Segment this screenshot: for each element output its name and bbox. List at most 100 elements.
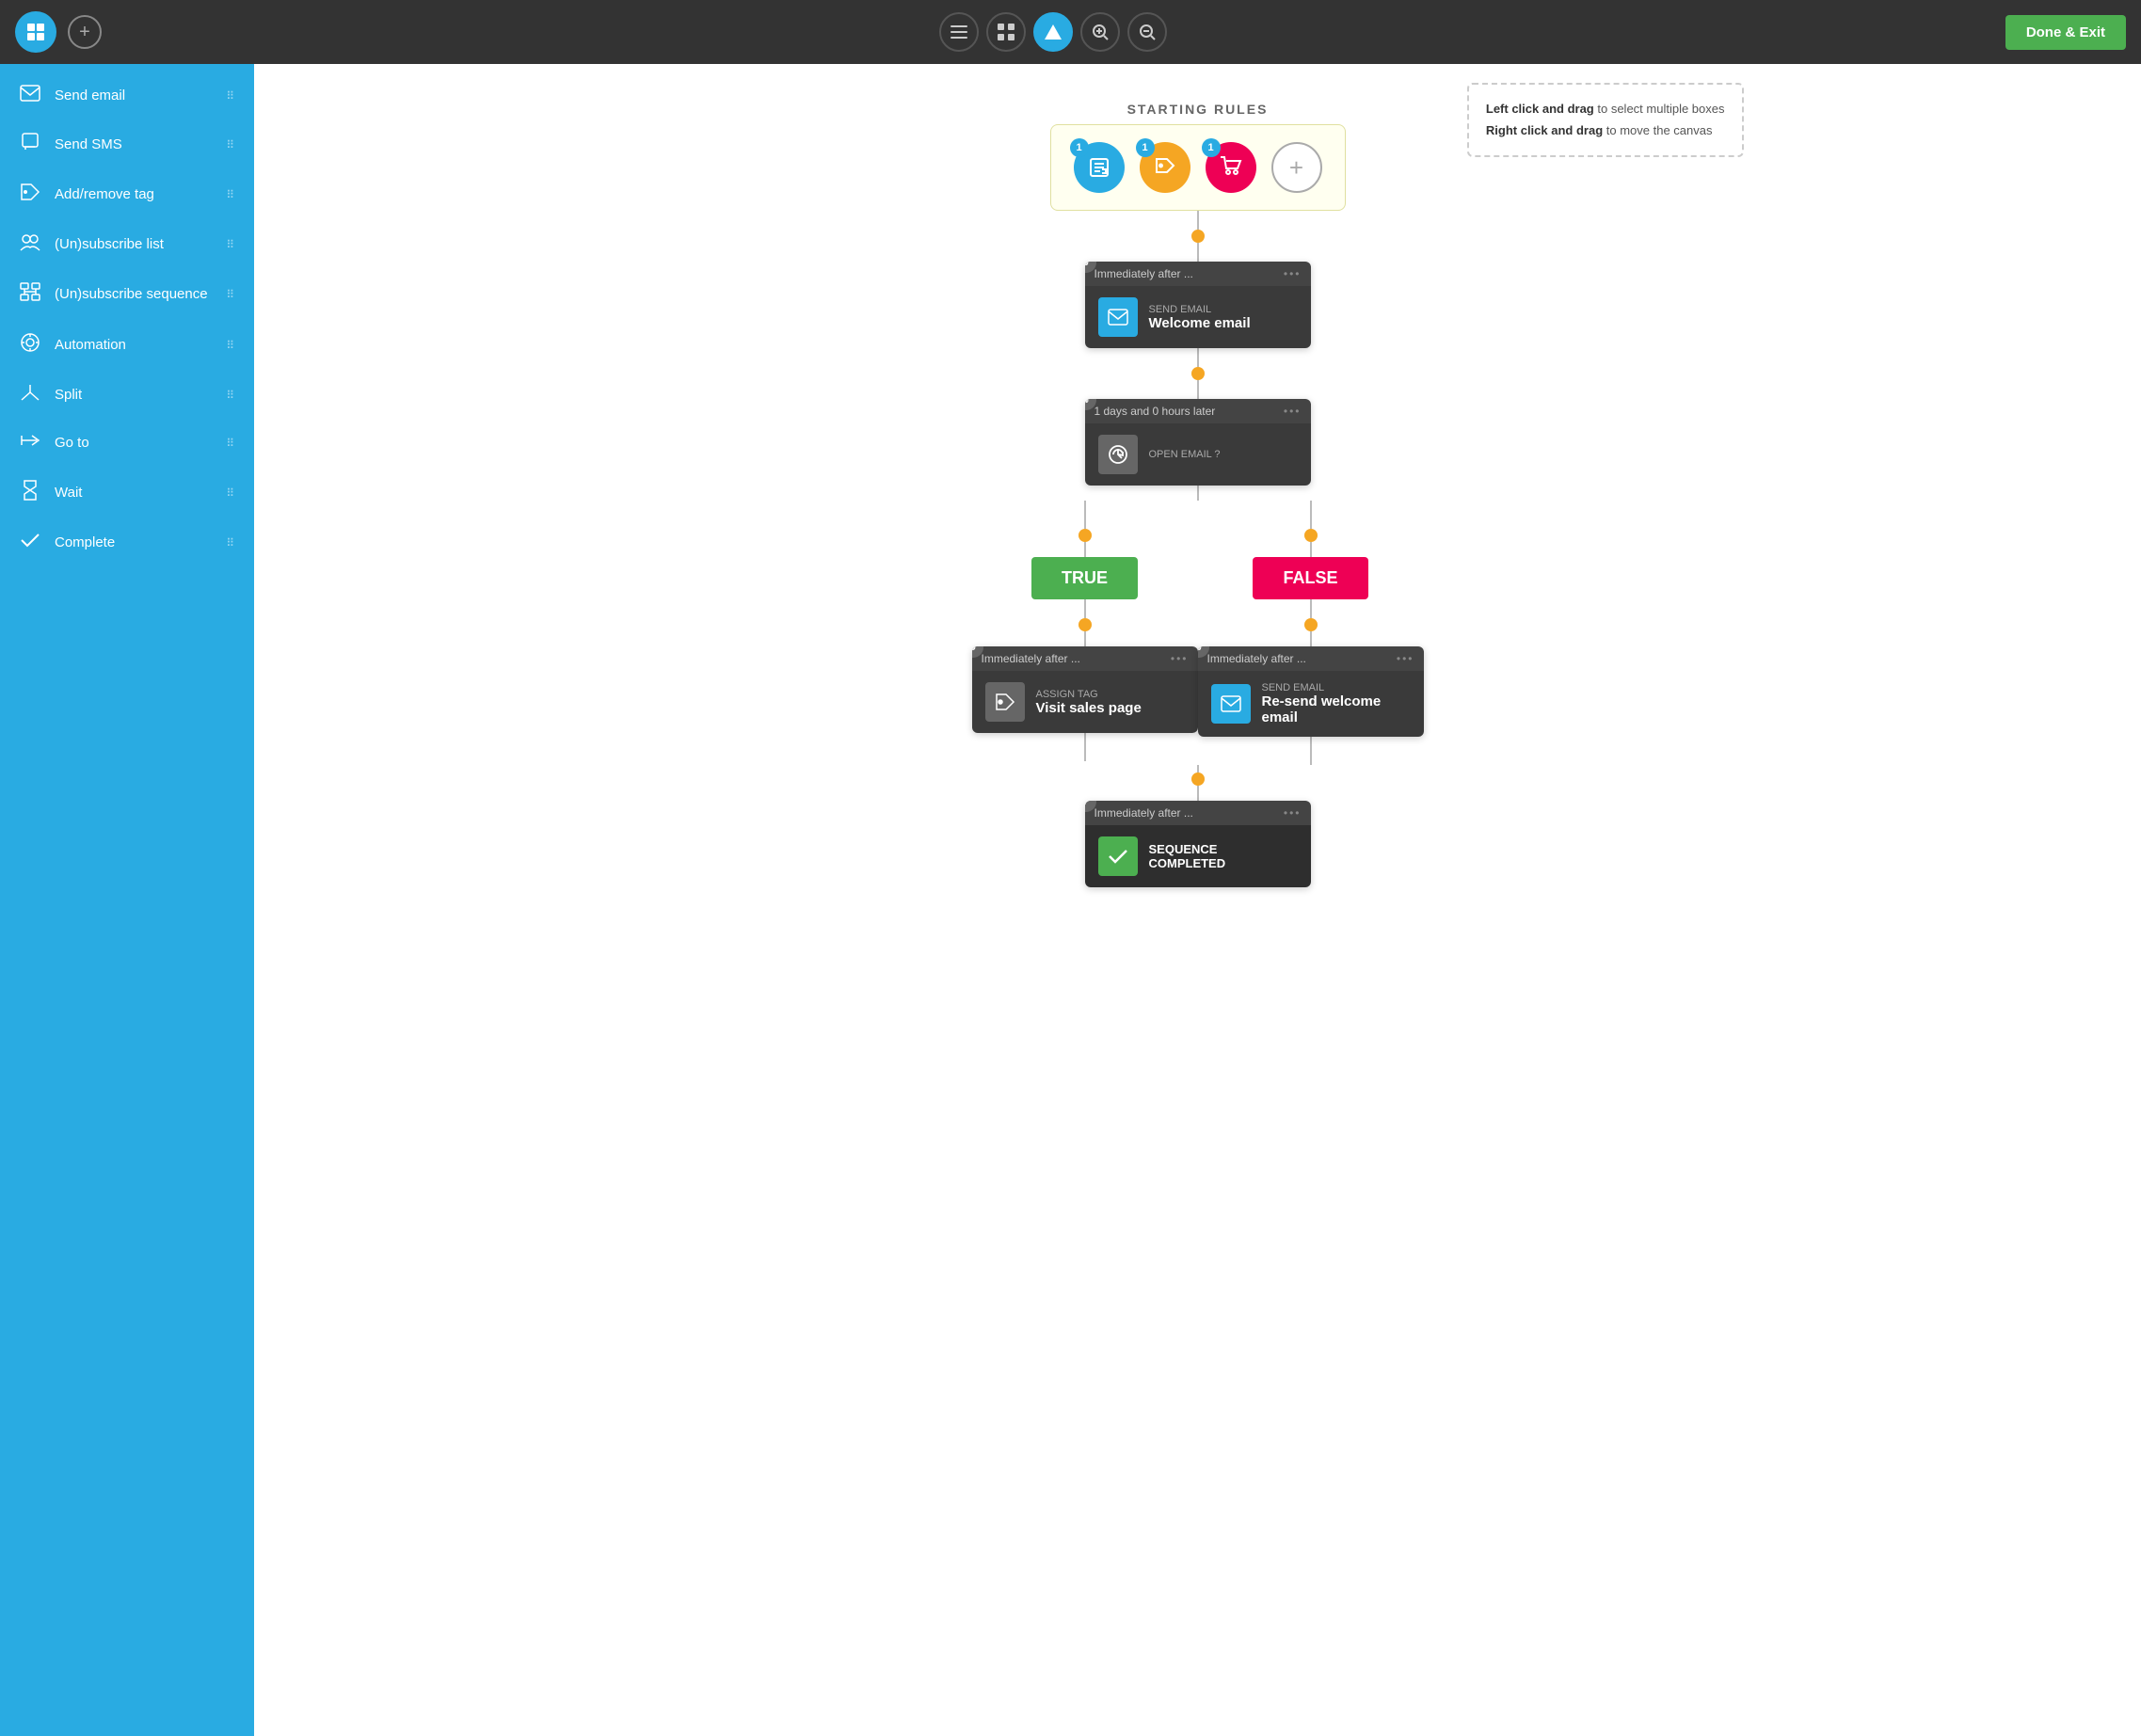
action-type-6: SEND EMAIL <box>1262 682 1411 693</box>
dot-merge <box>1191 772 1205 786</box>
branch-right-line2 <box>1310 542 1312 557</box>
branch-right-line <box>1310 501 1312 529</box>
connector-1 <box>1197 211 1199 230</box>
action-type-3: SEND EMAIL <box>1149 304 1251 315</box>
step-timing-3: Immediately after ... <box>1094 267 1193 280</box>
step-menu-6[interactable]: ••• <box>1397 652 1414 665</box>
step-header-3: Immediately after ... ••• <box>1085 262 1311 286</box>
dot-true <box>1078 529 1092 542</box>
step-timing-4: 1 days and 0 hours later <box>1094 405 1216 418</box>
dot-false2 <box>1304 618 1318 631</box>
dot-2 <box>1191 367 1205 380</box>
branch-left-bottom <box>1084 733 1086 761</box>
sidebar-item-complete[interactable]: Complete ⠿ <box>0 518 254 566</box>
step-icon-6 <box>1211 684 1251 724</box>
step-header-5: Immediately after ... ••• <box>972 646 1198 671</box>
wait-icon <box>19 480 41 505</box>
branch-right-line4 <box>1310 631 1312 646</box>
true-button[interactable]: TRUE <box>1031 557 1138 599</box>
app-icon <box>15 11 56 53</box>
sidebar: Send email ⠿ Send SMS ⠿ <box>0 64 254 1736</box>
dot-false <box>1304 529 1318 542</box>
canvas-inner: Left click and drag to select multiple b… <box>633 64 1763 1099</box>
merge-line <box>1197 765 1199 772</box>
starting-rules-label: STARTING RULES <box>1127 102 1269 117</box>
step-text-6: SEND EMAIL Re-send welcome email <box>1262 682 1411 725</box>
step-text-7: SEQUENCE COMPLETED <box>1149 842 1298 870</box>
sidebar-label-split: Split <box>55 387 82 403</box>
sidebar-item-add-remove-tag[interactable]: Add/remove tag ⠿ <box>0 169 254 219</box>
sidebar-item-split[interactable]: Split ⠿ <box>0 371 254 419</box>
step-body-7: SEQUENCE COMPLETED <box>1085 825 1311 887</box>
trigger-badge-3: 1 <box>1202 138 1221 157</box>
false-button[interactable]: FALSE <box>1253 557 1367 599</box>
add-trigger-button[interactable]: + <box>1271 142 1322 193</box>
sidebar-label-send-sms: Send SMS <box>55 136 122 152</box>
step-node-6[interactable]: 6 Immediately after ... ••• <box>1198 646 1424 737</box>
drag-handle: ⠿ <box>226 389 235 402</box>
branch-right-bottom <box>1310 737 1312 765</box>
action-type-5: ASSIGN TAG <box>1036 689 1142 700</box>
help-line1-bold: Left click and drag <box>1486 102 1594 116</box>
sidebar-item-unsubscribe-sequence[interactable]: (Un)subscribe sequence ⠿ <box>0 269 254 319</box>
drag-handle: ⠿ <box>226 238 235 251</box>
trigger-cart[interactable]: 1 <box>1206 142 1256 193</box>
topbar-right: Done & Exit <box>2005 15 2126 50</box>
action-name-3: Welcome email <box>1149 315 1251 331</box>
complete-icon <box>19 532 41 553</box>
canvas[interactable]: Left click and drag to select multiple b… <box>254 64 2141 1736</box>
sidebar-item-unsubscribe-list[interactable]: (Un)subscribe list ⠿ <box>0 219 254 269</box>
drag-handle: ⠿ <box>226 339 235 352</box>
done-exit-button[interactable]: Done & Exit <box>2005 15 2126 50</box>
dot-1 <box>1191 230 1205 243</box>
step-menu-4[interactable]: ••• <box>1284 405 1302 418</box>
action-name-5: Visit sales page <box>1036 700 1142 716</box>
connector-5 <box>1197 486 1199 501</box>
help-line2-rest: to move the canvas <box>1603 123 1712 137</box>
step-menu-5[interactable]: ••• <box>1171 652 1189 665</box>
sidebar-item-send-sms[interactable]: Send SMS ⠿ <box>0 119 254 169</box>
step-menu-3[interactable]: ••• <box>1284 267 1302 280</box>
step-body-3: SEND EMAIL Welcome email <box>1085 286 1311 348</box>
trigger-badge-2: 1 <box>1136 138 1155 157</box>
unsubscribe-list-icon <box>19 232 41 256</box>
step-timing-6: Immediately after ... <box>1207 652 1306 665</box>
branch-left-line4 <box>1084 631 1086 646</box>
dot-true2 <box>1078 618 1092 631</box>
step-header-6: Immediately after ... ••• <box>1198 646 1424 671</box>
tool-grid-button[interactable] <box>986 12 1026 52</box>
branch-right: FALSE 6 Immediately after ... ••• <box>1198 501 1424 765</box>
tool-flow-button[interactable] <box>1033 12 1073 52</box>
sidebar-item-wait[interactable]: Wait ⠿ <box>0 467 254 518</box>
send-sms-icon <box>19 133 41 156</box>
connector-2 <box>1197 243 1199 262</box>
help-line1: Left click and drag to select multiple b… <box>1486 98 1725 119</box>
add-button[interactable]: + <box>68 15 102 49</box>
step-node-4[interactable]: 4 1 days and 0 hours later ••• <box>1085 399 1311 486</box>
sidebar-item-automation[interactable]: Automation ⠿ <box>0 319 254 371</box>
branch-left: TRUE 5 Immediately after ... ••• <box>972 501 1198 761</box>
sidebar-item-send-email[interactable]: Send email ⠿ <box>0 72 254 119</box>
branch-left-line3 <box>1084 599 1086 618</box>
tool-list-button[interactable] <box>939 12 979 52</box>
trigger-tag[interactable]: 1 <box>1140 142 1190 193</box>
drag-handle: ⠿ <box>226 437 235 450</box>
drag-handle: ⠿ <box>226 536 235 549</box>
step-node-7[interactable]: 7 Immediately after ... ••• SEQUENCE COM… <box>1085 801 1311 887</box>
step-node-5[interactable]: 5 Immediately after ... ••• <box>972 646 1198 733</box>
branch-left-line2 <box>1084 542 1086 557</box>
trigger-edit[interactable]: 1 <box>1074 142 1125 193</box>
step-menu-7[interactable]: ••• <box>1284 806 1302 820</box>
sidebar-item-go-to[interactable]: Go to ⠿ <box>0 419 254 467</box>
drag-handle: ⠿ <box>226 138 235 151</box>
step-timing-5: Immediately after ... <box>982 652 1080 665</box>
step-node-3[interactable]: 3 Immediately after ... ••• <box>1085 262 1311 348</box>
sidebar-label-send-email: Send email <box>55 88 125 104</box>
tool-zoom-out-button[interactable] <box>1127 12 1167 52</box>
branch-left-line <box>1084 501 1086 529</box>
action-type-4: OPEN EMAIL ? <box>1149 449 1221 460</box>
help-line1-rest: to select multiple boxes <box>1594 102 1725 116</box>
step-timing-7: Immediately after ... <box>1094 806 1193 820</box>
tool-zoom-in-button[interactable] <box>1080 12 1120 52</box>
flow: STARTING RULES 1 <box>935 102 1462 887</box>
